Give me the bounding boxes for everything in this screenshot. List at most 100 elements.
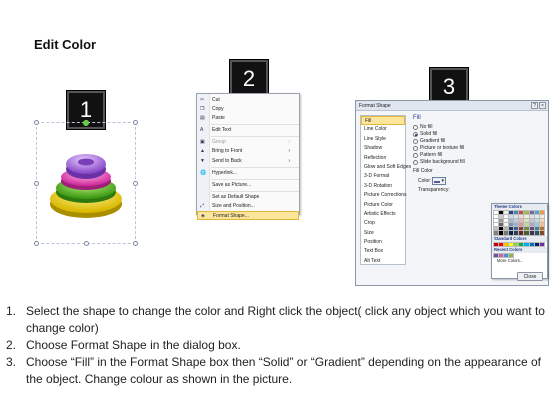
color-swatch[interactable] (523, 226, 530, 232)
color-picker-button[interactable]: ▾ (432, 177, 446, 185)
menu-item-paste[interactable]: ▤ Paste (197, 114, 299, 123)
color-swatch[interactable] (528, 209, 535, 216)
color-swatch[interactable] (528, 214, 535, 220)
resize-handle-br[interactable] (133, 241, 138, 246)
color-swatch[interactable] (498, 230, 505, 236)
menu-item-cut[interactable]: ✂ Cut (197, 96, 299, 105)
fill-option-radio[interactable]: Gradient fill (411, 138, 545, 145)
color-swatch[interactable] (513, 226, 520, 232)
nav-item[interactable]: Alt Text (361, 257, 405, 266)
close-button[interactable]: Close (517, 272, 543, 281)
menu-item-send-to-back[interactable]: ▼ Send to Back › (197, 157, 299, 166)
nav-item[interactable]: Picture Color (361, 201, 405, 210)
color-swatch[interactable] (533, 230, 540, 236)
fill-option-radio[interactable]: No fill (411, 124, 545, 131)
nav-item[interactable]: Artistic Effects (361, 210, 405, 219)
color-swatch[interactable] (538, 241, 545, 247)
color-swatch[interactable] (492, 241, 500, 247)
color-swatch[interactable] (518, 214, 525, 220)
nav-item[interactable]: Line Style (361, 135, 405, 144)
color-swatch[interactable] (518, 230, 525, 236)
nav-item[interactable]: Size (361, 229, 405, 238)
menu-item-format-shape[interactable]: ◈ Format Shape... (197, 211, 299, 221)
menu-item-bring-to-front[interactable]: ▲ Bring to Front › (197, 147, 299, 156)
nav-item[interactable]: 3-D Format (361, 172, 405, 181)
nav-item[interactable]: Text Box (361, 247, 405, 256)
color-swatch[interactable] (503, 252, 510, 259)
color-swatch[interactable] (508, 209, 515, 216)
color-swatch[interactable] (523, 230, 530, 236)
color-swatch[interactable] (523, 209, 530, 216)
color-swatch[interactable] (513, 230, 520, 236)
color-swatch[interactable] (538, 218, 545, 224)
nav-item[interactable]: 3-D Rotation (361, 182, 405, 191)
color-swatch[interactable] (498, 252, 505, 259)
stacked-rings-shape[interactable] (36, 140, 136, 230)
color-swatch[interactable] (518, 222, 525, 228)
color-swatch[interactable] (492, 218, 500, 224)
color-swatch[interactable] (492, 214, 500, 220)
color-swatch[interactable] (523, 241, 530, 247)
color-swatch[interactable] (503, 226, 510, 232)
color-swatch[interactable] (498, 222, 505, 228)
color-swatch[interactable] (518, 218, 525, 224)
color-swatch[interactable] (523, 222, 530, 228)
color-swatch[interactable] (533, 214, 540, 220)
color-swatch[interactable] (492, 209, 500, 216)
color-swatch[interactable] (503, 222, 510, 228)
color-swatch[interactable] (492, 252, 500, 259)
color-swatch[interactable] (513, 222, 520, 228)
nav-item[interactable]: Fill (361, 116, 405, 126)
color-swatch[interactable] (503, 214, 510, 220)
nav-item[interactable]: Position (361, 238, 405, 247)
color-swatch[interactable] (538, 226, 545, 232)
color-swatch[interactable] (503, 209, 510, 216)
color-swatch[interactable] (533, 241, 540, 247)
color-swatch[interactable] (528, 222, 535, 228)
color-swatch[interactable] (538, 214, 545, 220)
color-swatch[interactable] (518, 241, 525, 247)
color-swatch[interactable] (508, 252, 515, 259)
nav-item[interactable]: Line Color (361, 125, 405, 134)
color-swatch[interactable] (513, 214, 520, 220)
color-swatch[interactable] (498, 209, 505, 216)
color-swatch[interactable] (492, 222, 500, 228)
menu-item-group[interactable]: ▣ Group › (197, 138, 299, 147)
color-swatch[interactable] (533, 218, 540, 224)
color-swatch[interactable] (533, 226, 540, 232)
resize-handle-tr[interactable] (133, 120, 138, 125)
color-swatch[interactable] (528, 241, 535, 247)
color-swatch[interactable] (533, 222, 540, 228)
resize-handle-bm[interactable] (84, 241, 89, 246)
close-icon[interactable]: × (539, 102, 546, 109)
menu-item-copy[interactable]: ❐ Copy (197, 105, 299, 114)
nav-item[interactable]: Picture Corrections (361, 191, 407, 200)
color-swatch[interactable] (513, 218, 520, 224)
color-swatch[interactable] (538, 230, 545, 236)
color-swatch[interactable] (498, 218, 505, 224)
color-swatch[interactable] (523, 214, 530, 220)
color-swatch[interactable] (508, 218, 515, 224)
color-swatch[interactable] (492, 226, 500, 232)
color-swatch[interactable] (528, 230, 535, 236)
color-swatch[interactable] (508, 226, 515, 232)
menu-item-set-default-shape[interactable]: Set as Default Shape (197, 193, 299, 202)
nav-item[interactable]: Reflection (361, 154, 405, 163)
color-swatch[interactable] (513, 209, 520, 216)
menu-item-edit-text[interactable]: A Edit Text (197, 126, 299, 135)
fill-option-radio[interactable]: Solid fill (411, 131, 545, 138)
resize-handle-tl[interactable] (34, 120, 39, 125)
color-swatch[interactable] (508, 241, 515, 247)
color-swatch[interactable] (503, 218, 510, 224)
nav-item[interactable]: Shadow (361, 144, 405, 153)
more-colors-item[interactable]: More Colors... (492, 258, 547, 264)
resize-handle-bl[interactable] (34, 241, 39, 246)
menu-item-hyperlink[interactable]: 🌐 Hyperlink... (197, 169, 299, 178)
color-swatch[interactable] (492, 230, 500, 236)
color-swatch[interactable] (503, 230, 510, 236)
color-swatch[interactable] (498, 214, 505, 220)
color-swatch[interactable] (538, 209, 545, 216)
fill-option-radio[interactable]: Slide background fill (411, 159, 545, 166)
color-swatch[interactable] (498, 226, 505, 232)
color-swatch[interactable] (513, 241, 520, 247)
